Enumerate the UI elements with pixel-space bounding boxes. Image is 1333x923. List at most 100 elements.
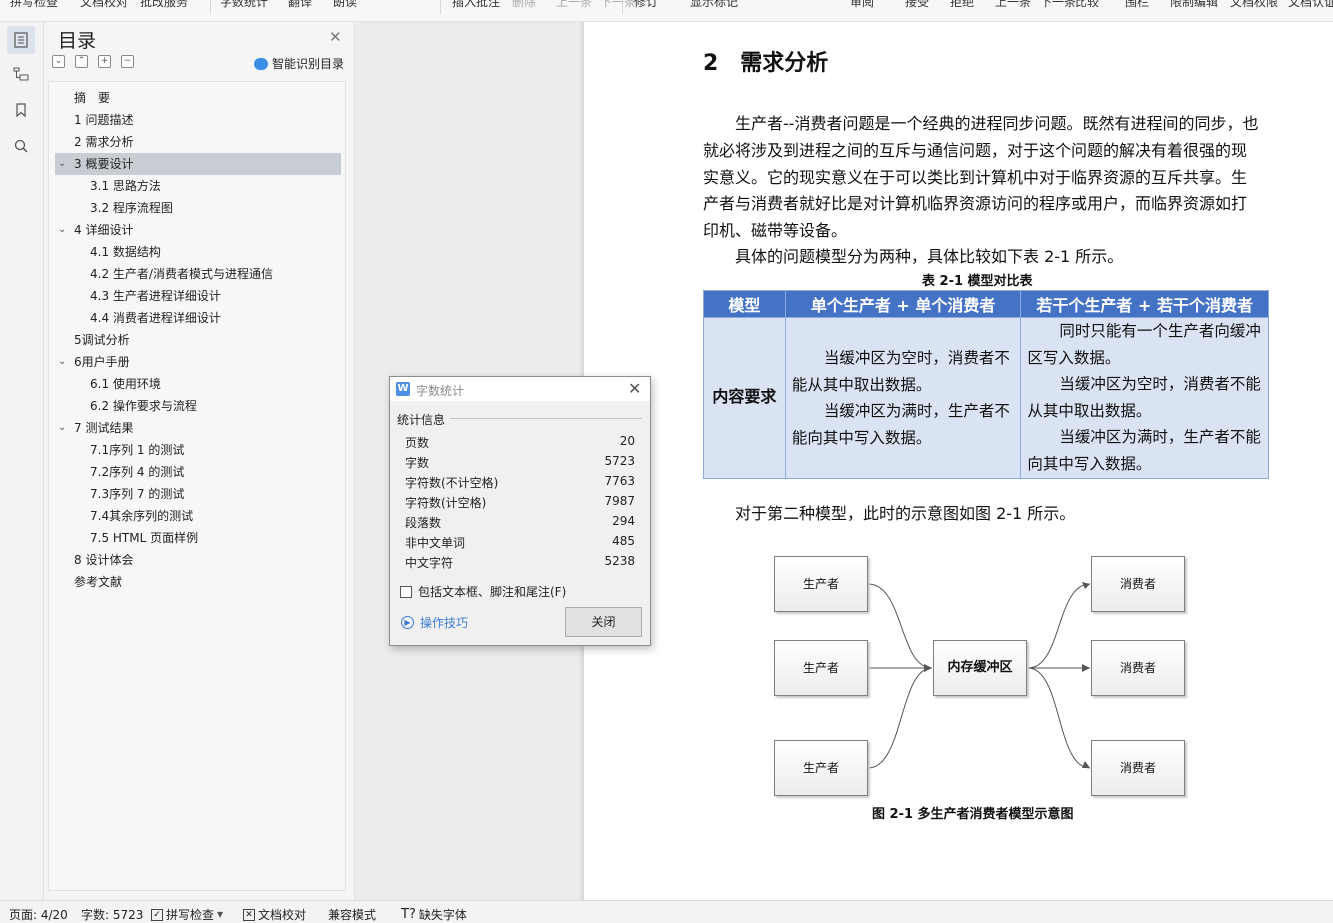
stat-label: 字符数(计空格) [405,496,487,510]
toc-item[interactable]: 5调试分析 [55,329,341,351]
chevron-down-icon[interactable]: ⌄ [58,153,66,175]
status-missing-font-label: 缺失字体 [418,908,467,922]
stat-row: 非中文单词 485 [405,534,635,554]
consumer-node: 消费者 [1091,640,1185,696]
producer-node: 生产者 [774,640,868,696]
status-page[interactable]: 页面: 4/20 [9,906,68,923]
collapse-all-icon[interactable]: ⌃ [75,55,88,68]
stat-value: 20 [619,434,635,448]
stat-row: 字符数(不计空格) 7763 [405,474,635,494]
close-icon[interactable]: ✕ [628,379,641,398]
ribbon-spellcheck[interactable]: 拼写检查 [10,0,58,10]
checkbox-box[interactable] [400,585,412,598]
ribbon-insert-comment[interactable]: 插入批注 [452,0,500,10]
add-level-icon[interactable]: + [98,55,111,68]
ribbon-accept[interactable]: 接受 [905,0,929,10]
toc-item[interactable]: 7.4其余序列的测试 [55,505,341,527]
navigation-rail [0,22,44,900]
toc-item[interactable]: 1 问题描述 [55,109,341,131]
document-page[interactable]: 2 需求分析 生产者--消费者问题是一个经典的进程同步问题。既然有进程间的同步，… [584,22,1333,900]
smart-toc-button[interactable]: 智能识别目录 [254,55,344,72]
toc-item[interactable]: ⌄ 4 详细设计 [55,219,341,241]
status-compat-mode[interactable]: 兼容模式 [328,906,376,923]
toc-item[interactable]: 摘 要 [55,87,341,109]
status-words[interactable]: 字数: 5723 [81,906,143,923]
ribbon-toolbar: 拼写检查 文档校对 批改服务 字数统计 翻译 朗读 插入批注 删除 上一条 下一… [0,0,1333,22]
tips-label: 操作技巧 [420,616,469,630]
smart-toc-label: 智能识别目录 [272,57,345,71]
toc-item[interactable]: 4.2 生产者/消费者模式与进程通信 [55,263,341,285]
dialog-title: 字数统计 [416,384,465,398]
buffer-node: 内存缓冲区 [933,640,1027,696]
ribbon-prev-2[interactable]: 上一条 [995,0,1031,10]
bookmark-icon[interactable] [7,96,35,124]
ribbon-translate[interactable]: 翻译 [288,0,312,10]
ribbon-next-2[interactable]: 下一条 [1040,0,1076,10]
chevron-down-icon: ▼ [217,910,224,919]
toc-item[interactable]: 7.5 HTML 页面样例 [55,527,341,549]
ribbon-wordcount[interactable]: 字数统计 [220,0,268,10]
tips-link[interactable]: ▶ 操作技巧 [401,614,468,631]
stat-value: 294 [612,514,635,528]
close-button[interactable]: 关闭 [565,607,642,637]
status-proofread[interactable]: ✕ 文档校对 [243,906,306,923]
ribbon-restrict[interactable]: 限制编辑 [1170,0,1218,10]
ribbon-review-service[interactable]: 批改服务 [140,0,188,10]
toc-item[interactable]: 参考文献 [55,571,341,593]
toc-item[interactable]: 4.4 消费者进程详细设计 [55,307,341,329]
toc-item[interactable]: 7.2序列 4 的测试 [55,461,341,483]
toc-tools: ⌄ ⌃ + − [52,55,134,68]
stat-value: 5723 [604,454,635,468]
ribbon-read-aloud[interactable]: 朗读 [333,0,357,10]
play-icon: ▶ [401,616,414,629]
toc-item[interactable]: ⌄ 7 测试结果 [55,417,341,439]
toc-item[interactable]: 3.1 思路方法 [55,175,341,197]
ribbon-proofread[interactable]: 文档校对 [80,0,128,10]
toc-item[interactable]: 6.1 使用环境 [55,373,341,395]
toc-item[interactable]: 6.2 操作要求与流程 [55,395,341,417]
stat-label: 字符数(不计空格) [405,476,499,490]
stat-label: 页数 [405,436,430,450]
ribbon-delete[interactable]: 删除 [512,0,536,10]
chevron-down-icon[interactable]: ⌄ [58,351,66,373]
stat-row: 页数 20 [405,434,635,454]
ribbon-revise[interactable]: 修订 [634,0,658,10]
status-bar: 页面: 4/20 字数: 5723 ✓ 拼写检查 ▼ ✕ 文档校对 兼容模式 T… [0,900,1333,923]
toc-item[interactable]: 3.2 程序流程图 [55,197,341,219]
chevron-down-icon[interactable]: ⌄ [58,417,66,439]
chevron-down-icon[interactable]: ⌄ [58,219,66,241]
ribbon-prev[interactable]: 上一条 [556,0,592,10]
status-spellcheck[interactable]: ✓ 拼写检查 ▼ [151,906,223,923]
toc-item[interactable]: 7.3序列 7 的测试 [55,483,341,505]
toc-item[interactable]: 7.1序列 1 的测试 [55,439,341,461]
stat-value: 485 [612,534,635,548]
remove-level-icon[interactable]: − [121,55,134,68]
ribbon-next[interactable]: 下一条 [600,0,636,10]
toc-item[interactable]: 8 设计体会 [55,549,341,571]
dialog-titlebar[interactable]: W 字数统计 ✕ [390,377,650,401]
search-icon[interactable] [7,132,35,160]
ribbon-show-markup[interactable]: 显示标记 [690,0,738,10]
ribbon-review[interactable]: 审阅 [850,0,874,10]
toc-item[interactable]: 2 需求分析 [55,131,341,153]
wps-logo-icon: W [396,382,410,396]
toc-item[interactable]: 4.1 数据结构 [55,241,341,263]
ribbon-certify[interactable]: 文档认证 [1288,0,1333,10]
close-icon[interactable]: ✕ [329,28,342,46]
ribbon-permission[interactable]: 文档权限 [1230,0,1278,10]
toc-item[interactable]: 4.3 生产者进程详细设计 [55,285,341,307]
include-textbox-checkbox[interactable]: 包括文本框、脚注和尾注(F) [400,583,566,600]
ribbon-fence[interactable]: 围栏 [1125,0,1149,10]
stat-value: 7987 [604,494,635,508]
stat-value: 7763 [604,474,635,488]
toc-title: 目录 [58,30,97,52]
stat-row: 字数 5723 [405,454,635,474]
toc-panel-icon[interactable] [7,26,35,54]
outline-icon[interactable] [7,60,35,88]
ribbon-reject[interactable]: 拒绝 [950,0,974,10]
expand-all-icon[interactable]: ⌄ [52,55,65,68]
toc-item-selected[interactable]: ⌄ 3 概要设计 [55,153,341,175]
ribbon-compare[interactable]: 比较 [1075,0,1099,10]
toc-item[interactable]: ⌄ 6用户手册 [55,351,341,373]
status-missing-font[interactable]: T? 缺失字体 [401,906,467,923]
